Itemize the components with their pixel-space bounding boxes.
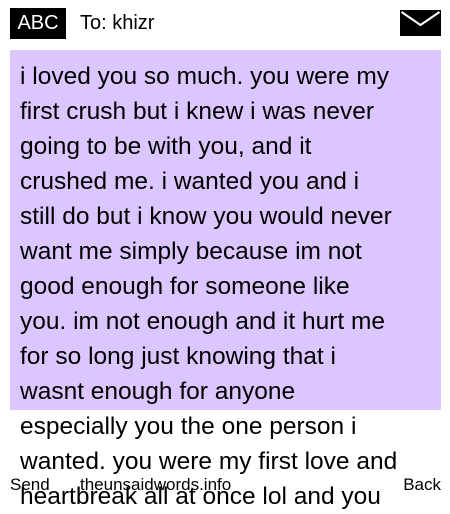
message-body[interactable]: i loved you so much. you were my first c…	[20, 59, 435, 514]
envelope-icon[interactable]	[400, 10, 441, 36]
message-highlighted-text: i loved you so much. you were my first c…	[20, 63, 392, 405]
input-mode-badge[interactable]: ABC	[10, 8, 66, 39]
send-button[interactable]: Send	[10, 472, 50, 498]
recipient-label: To: khizr	[80, 12, 155, 34]
softkey-bar: Send theunsaidwords.info Back	[0, 472, 450, 498]
back-button[interactable]: Back	[403, 472, 441, 498]
site-label: theunsaidwords.info	[80, 475, 232, 494]
